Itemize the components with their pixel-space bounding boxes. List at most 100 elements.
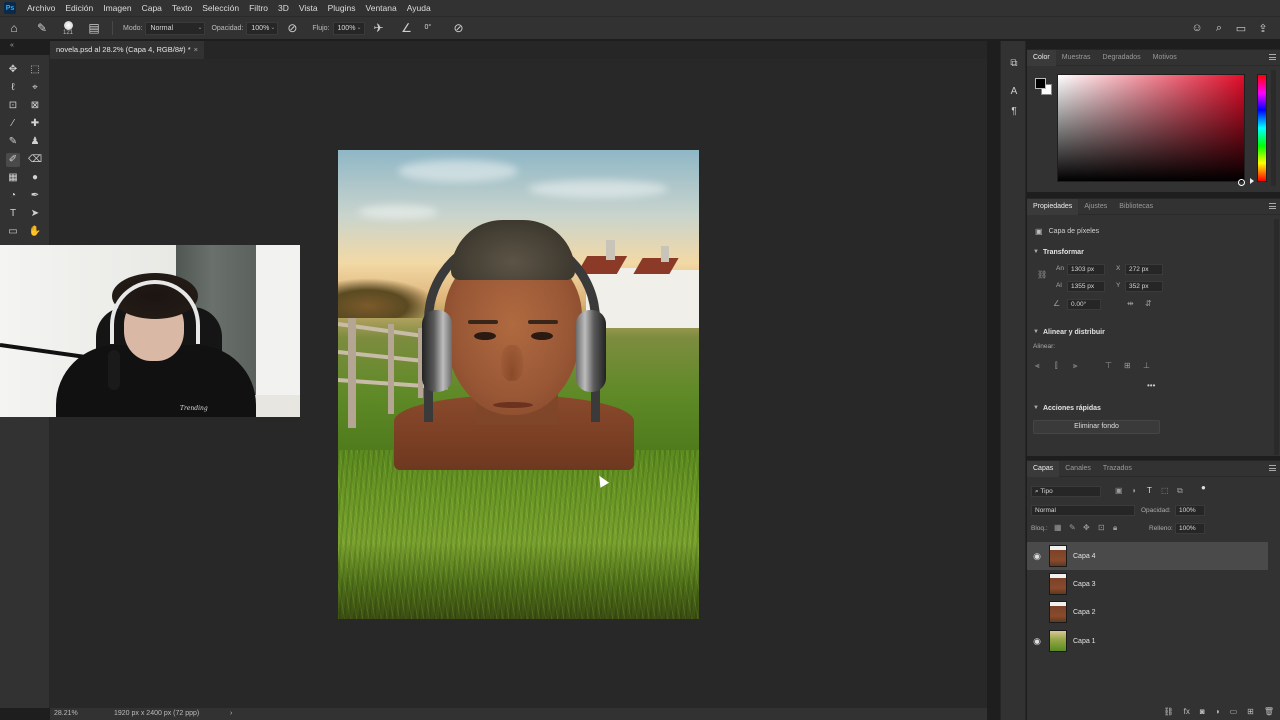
adjustment-layer-icon[interactable]: ◑ [1215, 707, 1220, 716]
menu-ayuda[interactable]: Ayuda [402, 0, 436, 16]
filter-adjustment-icon[interactable]: ◑ [1131, 486, 1136, 495]
tab-bibliotecas[interactable]: Bibliotecas [1113, 199, 1159, 215]
move-tool-icon[interactable]: ✥ [6, 63, 20, 77]
type-tool-icon[interactable]: T [6, 207, 20, 221]
close-icon[interactable]: × [194, 41, 198, 59]
opacity-field[interactable]: 100% ⌄ [246, 21, 279, 35]
align-right-icon[interactable]: ⫸ [1073, 361, 1078, 371]
zoom-level[interactable]: 28.21% [54, 708, 78, 720]
pressure-opacity-icon[interactable]: ⊘ [284, 20, 300, 36]
color-picker-knob[interactable] [1238, 179, 1245, 186]
layer-row[interactable]: ◉ Capa 4 [1027, 542, 1268, 570]
panel-menu-icon[interactable] [1269, 203, 1276, 209]
layer-style-icon[interactable]: fx [1184, 707, 1190, 716]
menu-plugins[interactable]: Plugins [323, 0, 361, 16]
frame-tool-icon[interactable]: ⊠ [28, 99, 42, 113]
color-picker-field[interactable] [1057, 74, 1245, 186]
history-brush-tool-icon[interactable]: ✐ [6, 153, 20, 167]
crop-tool-icon[interactable]: ⊡ [6, 99, 20, 113]
visibility-eye-icon[interactable]: ◉ [1027, 636, 1047, 647]
share-document-icon[interactable]: ⇪ [1255, 20, 1271, 36]
menu-texto[interactable]: Texto [167, 0, 197, 16]
lock-image-icon[interactable]: ✎ [1069, 523, 1076, 532]
menu-imagen[interactable]: Imagen [98, 0, 136, 16]
menu-filtro[interactable]: Filtro [244, 0, 273, 16]
fill-field[interactable]: 100% [1175, 523, 1205, 534]
flow-field[interactable]: 100% ⌄ [332, 21, 365, 35]
align-middle-v-icon[interactable]: ⊞ [1124, 361, 1131, 370]
quick-select-tool-icon[interactable]: ⌖ [28, 81, 42, 95]
link-dimensions-icon[interactable]: ⛓ [1037, 270, 1047, 279]
blend-mode-select[interactable]: Normal [1031, 505, 1135, 516]
eyedropper-tool-icon[interactable]: ⁄ [6, 117, 20, 131]
menu-3d[interactable]: 3D [273, 0, 294, 16]
home-icon[interactable]: ⌂ [6, 20, 22, 36]
history-panel-icon[interactable]: ⧉ [1007, 57, 1021, 71]
transform-section-header[interactable]: ▼ Transformar [1027, 245, 1280, 259]
blur-tool-icon[interactable]: ● [28, 171, 42, 185]
flip-vertical-icon[interactable]: ⇵ [1145, 299, 1152, 308]
pen-tool-icon[interactable]: ✒ [28, 189, 42, 203]
angle-field[interactable]: 0° [421, 22, 445, 35]
foreground-color-swatch[interactable] [1035, 78, 1046, 89]
link-layers-icon[interactable]: ⛓ [1164, 707, 1174, 716]
lock-artboard-icon[interactable]: ⊡ [1098, 523, 1105, 532]
tab-canales[interactable]: Canales [1059, 461, 1097, 477]
menu-vista[interactable]: Vista [294, 0, 323, 16]
align-bottom-icon[interactable]: ⊥ [1143, 361, 1150, 370]
tab-motivos[interactable]: Motivos [1147, 50, 1183, 66]
quick-actions-section-header[interactable]: ▼ Acciones rápidas [1027, 401, 1280, 415]
panel-menu-icon[interactable] [1269, 54, 1276, 60]
search-icon[interactable]: ⌕ [1211, 20, 1227, 36]
pressure-size-icon[interactable]: ⊘ [451, 20, 467, 36]
dodge-tool-icon[interactable]: ◔ [6, 189, 20, 203]
filter-pixel-icon[interactable]: ▣ [1115, 486, 1123, 495]
scrollbar[interactable] [1274, 219, 1279, 455]
new-group-icon[interactable]: ▭ [1230, 707, 1238, 716]
hue-slider[interactable] [1257, 74, 1267, 182]
brush-tool-preset-icon[interactable]: ✎ [34, 20, 50, 36]
workspace-icon[interactable]: ▭ [1233, 20, 1249, 36]
filter-smart-object-icon[interactable]: ⧉ [1177, 486, 1183, 496]
align-top-icon[interactable]: ⊤ [1105, 361, 1112, 370]
delete-layer-icon[interactable]: 🗑︎ [1264, 707, 1274, 716]
angle-field[interactable]: 0.00° [1067, 299, 1101, 310]
menu-edicion[interactable]: Edición [60, 0, 98, 16]
panel-menu-icon[interactable] [1269, 465, 1276, 471]
lock-all-icon[interactable]: 🔒︎ [1113, 523, 1117, 533]
airbrush-icon[interactable]: ✈ [371, 20, 387, 36]
status-menu-arrow-icon[interactable]: › [230, 708, 232, 720]
tab-capas[interactable]: Capas [1027, 460, 1060, 477]
layer-opacity-field[interactable]: 100% [1175, 505, 1205, 516]
height-field[interactable]: 1355 px [1067, 281, 1105, 292]
hue-slider-arrow-icon[interactable] [1250, 178, 1254, 184]
align-center-h-icon[interactable]: ⫿ [1055, 361, 1058, 371]
lock-position-icon[interactable]: ✥ [1083, 523, 1090, 532]
path-select-tool-icon[interactable]: ➤ [28, 207, 42, 221]
filter-toggle-icon[interactable]: ● [1201, 483, 1206, 492]
brush-preset-picker[interactable]: 121 [58, 18, 78, 38]
remove-background-button[interactable]: Eliminar fondo [1033, 420, 1160, 434]
mode-select[interactable]: Normal ⌄ [145, 21, 206, 35]
tab-degradados[interactable]: Degradados [1097, 50, 1147, 66]
healing-tool-icon[interactable]: ✚ [28, 117, 42, 131]
filter-shape-icon[interactable]: ⬚ [1161, 486, 1169, 495]
align-section-header[interactable]: ▼ Alinear y distribuir [1027, 325, 1280, 339]
align-left-icon[interactable]: ⫷ [1035, 361, 1040, 371]
shape-tool-icon[interactable]: ▭ [6, 225, 20, 239]
share-icon[interactable]: ☺ [1189, 20, 1205, 36]
y-field[interactable]: 352 px [1125, 281, 1163, 292]
menu-archivo[interactable]: Archivo [22, 0, 60, 16]
character-panel-icon[interactable]: A [1007, 85, 1021, 99]
menu-ventana[interactable]: Ventana [361, 0, 402, 16]
tab-trazados[interactable]: Trazados [1097, 461, 1138, 477]
brush-settings-icon[interactable]: ▤ [86, 20, 102, 36]
filter-type-icon[interactable]: T [1147, 486, 1152, 495]
lock-transparency-icon[interactable]: ▦ [1054, 523, 1062, 532]
menu-seleccion[interactable]: Selección [197, 0, 244, 16]
eraser-tool-icon[interactable]: ⌫ [28, 153, 42, 167]
tab-color[interactable]: Color [1027, 49, 1056, 66]
layer-row[interactable]: ◉ Capa 1 [1027, 627, 1268, 655]
x-field[interactable]: 272 px [1125, 264, 1163, 275]
tab-ajustes[interactable]: Ajustes [1078, 199, 1113, 215]
